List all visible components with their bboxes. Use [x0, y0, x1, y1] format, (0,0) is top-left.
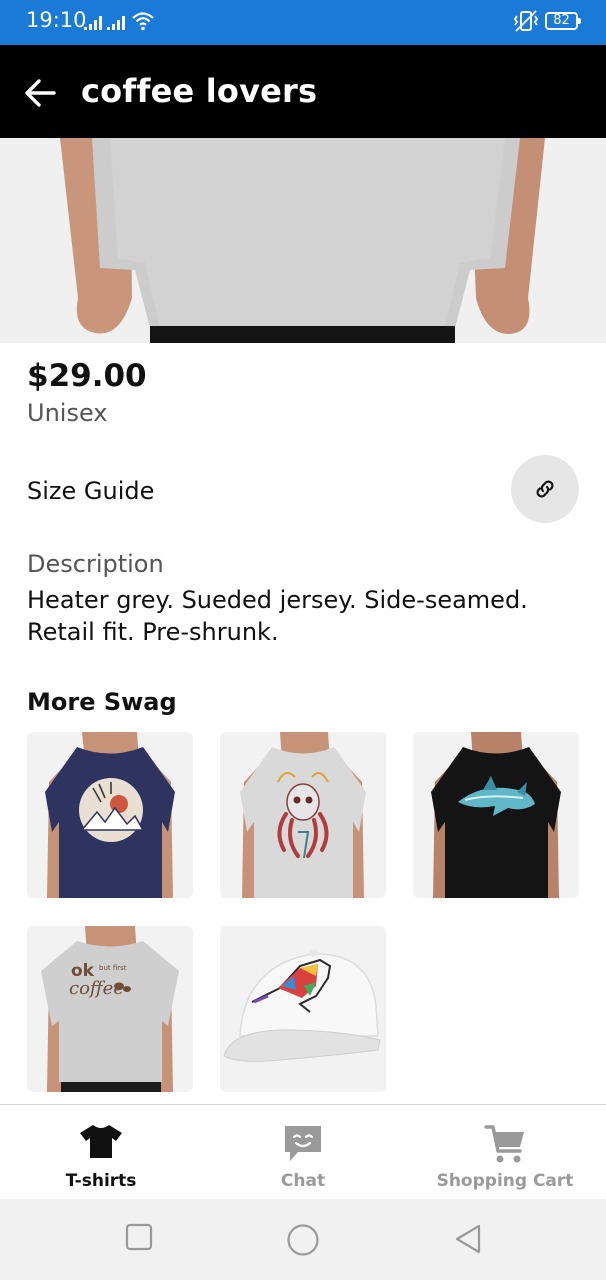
nav-label-tshirts: T-shirts [65, 1171, 137, 1191]
arrow-left-icon [25, 79, 56, 107]
bottom-navigation: T-shirts Chat Shopping Cart [0, 1104, 606, 1199]
print-text-but-first: but first [99, 964, 127, 972]
cart-icon [484, 1125, 524, 1163]
swag-item-tshirt-navy[interactable] [27, 732, 193, 898]
nav-item-chat[interactable]: Chat [202, 1105, 404, 1200]
product-price: $29.00 [27, 358, 147, 394]
back-button[interactable] [20, 73, 60, 113]
page-title: coffee lovers [81, 72, 318, 110]
back-nav-button[interactable] [453, 1223, 483, 1255]
wifi-icon [132, 12, 154, 31]
product-image [0, 138, 606, 343]
status-bar: 19:10 82 [0, 0, 606, 45]
nav-item-shopping-cart[interactable]: Shopping Cart [404, 1105, 606, 1200]
swag-item-tshirt-orca[interactable] [413, 732, 579, 898]
nav-label-shopping-cart: Shopping Cart [436, 1171, 574, 1191]
system-navigation-bar [0, 1199, 606, 1280]
signal-icon [84, 16, 102, 30]
nav-item-tshirts[interactable]: T-shirts [0, 1105, 202, 1200]
size-guide-label: Size Guide [27, 477, 155, 505]
tshirt-icon [80, 1125, 122, 1158]
status-time: 19:10 [26, 8, 87, 32]
swag-item-tshirt-octopus[interactable] [220, 732, 386, 898]
link-icon [536, 480, 554, 498]
swag-item-cap[interactable] [220, 926, 386, 1092]
home-button[interactable] [286, 1223, 320, 1257]
description-text: Heater grey. Sueded jersey. Side-seamed.… [27, 586, 528, 646]
recent-apps-button[interactable] [125, 1223, 153, 1251]
swag-item-tshirt-coffee[interactable]: ok but first coffee [27, 926, 193, 1092]
product-gender: Unisex [27, 399, 108, 427]
description-label: Description [27, 550, 164, 578]
more-swag-title: More Swag [27, 688, 177, 716]
signal-icon [107, 16, 125, 30]
app-bar: coffee lovers [0, 45, 606, 138]
size-guide-link-button[interactable] [511, 455, 579, 523]
chat-icon [285, 1126, 321, 1161]
nav-label-chat: Chat [280, 1171, 326, 1191]
battery-icon: 82 [545, 12, 581, 30]
vibrate-icon [513, 10, 539, 32]
